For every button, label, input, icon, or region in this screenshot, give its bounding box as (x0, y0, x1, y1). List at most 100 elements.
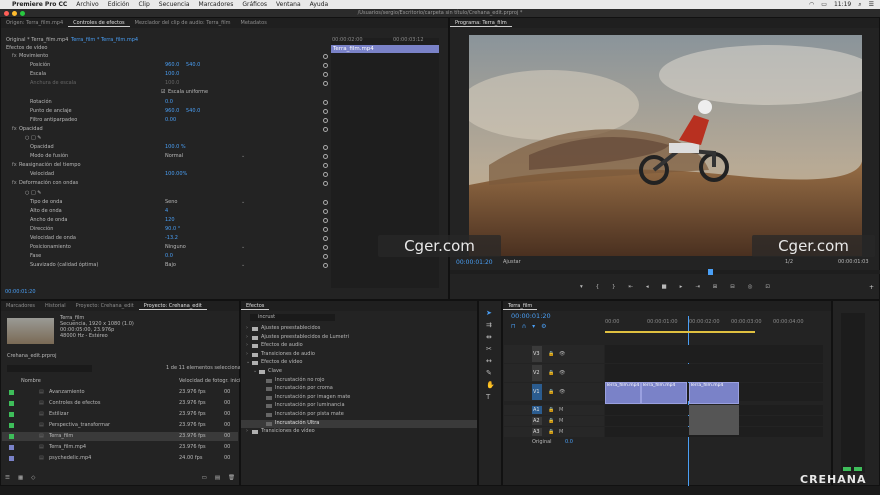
effect-value[interactable]: 0.0 (165, 253, 173, 260)
chevron-right-icon[interactable]: › (246, 428, 248, 435)
timeline-clip[interactable]: Terra_film.mp4 (641, 382, 687, 404)
lock-icon[interactable]: 🔒 (548, 407, 554, 414)
effect-value[interactable]: -13.2 (165, 235, 178, 242)
fx-badge[interactable]: fx (12, 180, 17, 187)
effect-value[interactable]: 0.0 (165, 99, 173, 106)
effects-list-item[interactable]: Ajustes preestablecidos de Lumetri (261, 334, 349, 341)
effect-value[interactable]: 100.0 % (165, 144, 186, 151)
timeline-clip[interactable]: Terra_film.mp4 (689, 382, 739, 404)
reset-icon[interactable] (323, 236, 328, 241)
menu-ventana[interactable]: Ventana (276, 1, 301, 8)
stop-icon[interactable]: ■ (662, 284, 667, 293)
effects-list-item[interactable]: Incrustación por pista mate (275, 411, 344, 418)
label-color-swatch[interactable] (9, 390, 14, 395)
freeform-view-icon[interactable]: ◇ (31, 475, 35, 483)
mask-shape-icons[interactable]: ○ □ ✎ (25, 135, 41, 142)
effect-value-y[interactable]: 540.0 (186, 62, 200, 69)
effects-list-item[interactable]: Incrustación por croma (275, 385, 333, 392)
effects-search-input[interactable]: incrust (250, 314, 335, 321)
new-bin-icon[interactable]: ▭ (202, 475, 207, 483)
tab-metadata[interactable]: Metadatos (236, 20, 272, 26)
reset-icon[interactable] (323, 199, 328, 205)
reset-icon[interactable] (323, 63, 328, 69)
effect-value[interactable]: Escala uniforme (168, 89, 208, 96)
reset-icon[interactable] (323, 254, 328, 260)
menu-secuencia[interactable]: Secuencia (159, 1, 190, 8)
chevron-down-icon[interactable]: ⌄ (246, 359, 250, 366)
list-item[interactable] (2, 454, 238, 463)
effect-dropdown[interactable]: Ninguno (165, 244, 186, 251)
hand-tool-icon[interactable]: ✋ (486, 381, 495, 389)
mute-icon[interactable]: M (559, 429, 563, 436)
lock-icon[interactable]: 🔒 (548, 418, 554, 425)
reset-icon[interactable] (323, 154, 328, 160)
effect-controls-timecode[interactable]: 00:00:01:20 (5, 289, 36, 296)
reset-icon[interactable] (323, 54, 328, 59)
label-color-swatch[interactable] (9, 456, 14, 461)
tab-effects[interactable]: Efectos (241, 303, 270, 310)
chevron-down-icon[interactable]: ⌄ (241, 244, 245, 251)
reset-icon[interactable] (323, 108, 328, 114)
zoom-window-button[interactable] (20, 10, 25, 16)
chevron-down-icon[interactable]: ⌄ (241, 262, 245, 269)
effects-list-item[interactable]: Incrustación por luminancia (275, 402, 345, 409)
fx-badge[interactable]: fx (12, 53, 17, 60)
effects-list-item[interactable]: Clave (268, 368, 282, 375)
export-frame-icon[interactable]: ◎ (748, 284, 753, 293)
lock-icon[interactable]: 🔒 (548, 389, 554, 396)
effect-value[interactable]: 120 (165, 217, 175, 224)
menu-list-icon[interactable]: ☰ (869, 1, 874, 8)
sequence-path[interactable]: Terra_film * Terra_film.mp4 (71, 37, 138, 44)
program-scrubber[interactable] (450, 269, 880, 275)
lift-icon[interactable]: ⊞ (713, 284, 718, 293)
effects-list-item[interactable]: Incrustación no rojo (275, 377, 324, 384)
compare-icon[interactable]: ⊡ (765, 284, 770, 293)
clock[interactable]: 11:19 (834, 1, 851, 8)
effects-list-item[interactable]: Efectos de audio (261, 342, 303, 349)
battery-icon[interactable]: ▭ (821, 1, 827, 8)
effect-value[interactable]: 100.0 (165, 80, 179, 87)
razor-tool-icon[interactable]: ✂ (486, 345, 495, 353)
search-icon[interactable]: ⌕ (858, 1, 861, 9)
checkbox-icon[interactable]: ☑ (161, 89, 165, 96)
effects-list-item[interactable]: Transiciones de vídeo (261, 428, 315, 435)
slip-tool-icon[interactable]: ↔ (486, 357, 495, 365)
mute-icon[interactable]: M (559, 407, 563, 414)
fx-badge[interactable]: fx (12, 162, 17, 169)
column-rate[interactable]: Velocidad de fotogr. inicio (179, 378, 243, 385)
menu-edicion[interactable]: Edición (108, 1, 130, 8)
mute-icon[interactable]: M (559, 418, 563, 425)
chevron-right-icon[interactable]: › (246, 325, 248, 332)
lock-icon[interactable]: 🔒 (548, 351, 554, 358)
menu-clip[interactable]: Clip (138, 1, 149, 8)
menu-graficos[interactable]: Gráficos (242, 1, 267, 8)
reset-icon[interactable] (323, 172, 328, 178)
delete-icon[interactable]: 🗑 (228, 475, 235, 483)
selection-tool-icon[interactable]: ➤ (486, 309, 495, 317)
add-marker-icon[interactable]: ▾ (532, 323, 535, 330)
mark-out-icon[interactable]: } (612, 284, 616, 293)
effects-list-item[interactable]: Transiciones de audio (261, 351, 315, 358)
mark-in-icon[interactable]: { (596, 284, 600, 293)
mini-timeline-clip[interactable]: Terra_film.mp4 (331, 45, 439, 53)
tab-sequence[interactable]: Terra_film (503, 303, 538, 310)
tab-program[interactable]: Programa: Terra_film (450, 20, 512, 27)
effect-value[interactable]: 100.00% (165, 171, 187, 178)
effect-dropdown[interactable]: Normal (165, 153, 183, 160)
project-search-input[interactable] (7, 365, 92, 372)
column-name[interactable]: Nombre (21, 378, 41, 385)
toggle-output-icon[interactable]: 👁 (559, 351, 565, 358)
wifi-icon[interactable]: ◠ (809, 1, 814, 8)
icon-view-icon[interactable]: ▦ (18, 475, 23, 483)
timeline-ruler[interactable]: 00:00 00:00:01:00 00:00:02:00 00:00:03:00 00… (605, 319, 825, 331)
list-view-icon[interactable]: ☰ (5, 475, 10, 483)
label-color-swatch[interactable] (9, 445, 14, 450)
new-item-icon[interactable]: ▤ (215, 475, 220, 483)
tab-audio-mixer[interactable]: Mezclador del clip de audio: Terra_film (130, 20, 236, 26)
master-track-value[interactable]: 0.0 (565, 439, 573, 446)
chevron-down-icon[interactable]: ⌄ (253, 368, 257, 375)
reset-icon[interactable] (323, 208, 328, 214)
snap-icon[interactable]: ⊓ (511, 323, 516, 330)
effect-value[interactable]: 4 (165, 208, 168, 215)
chevron-right-icon[interactable]: › (246, 351, 248, 358)
